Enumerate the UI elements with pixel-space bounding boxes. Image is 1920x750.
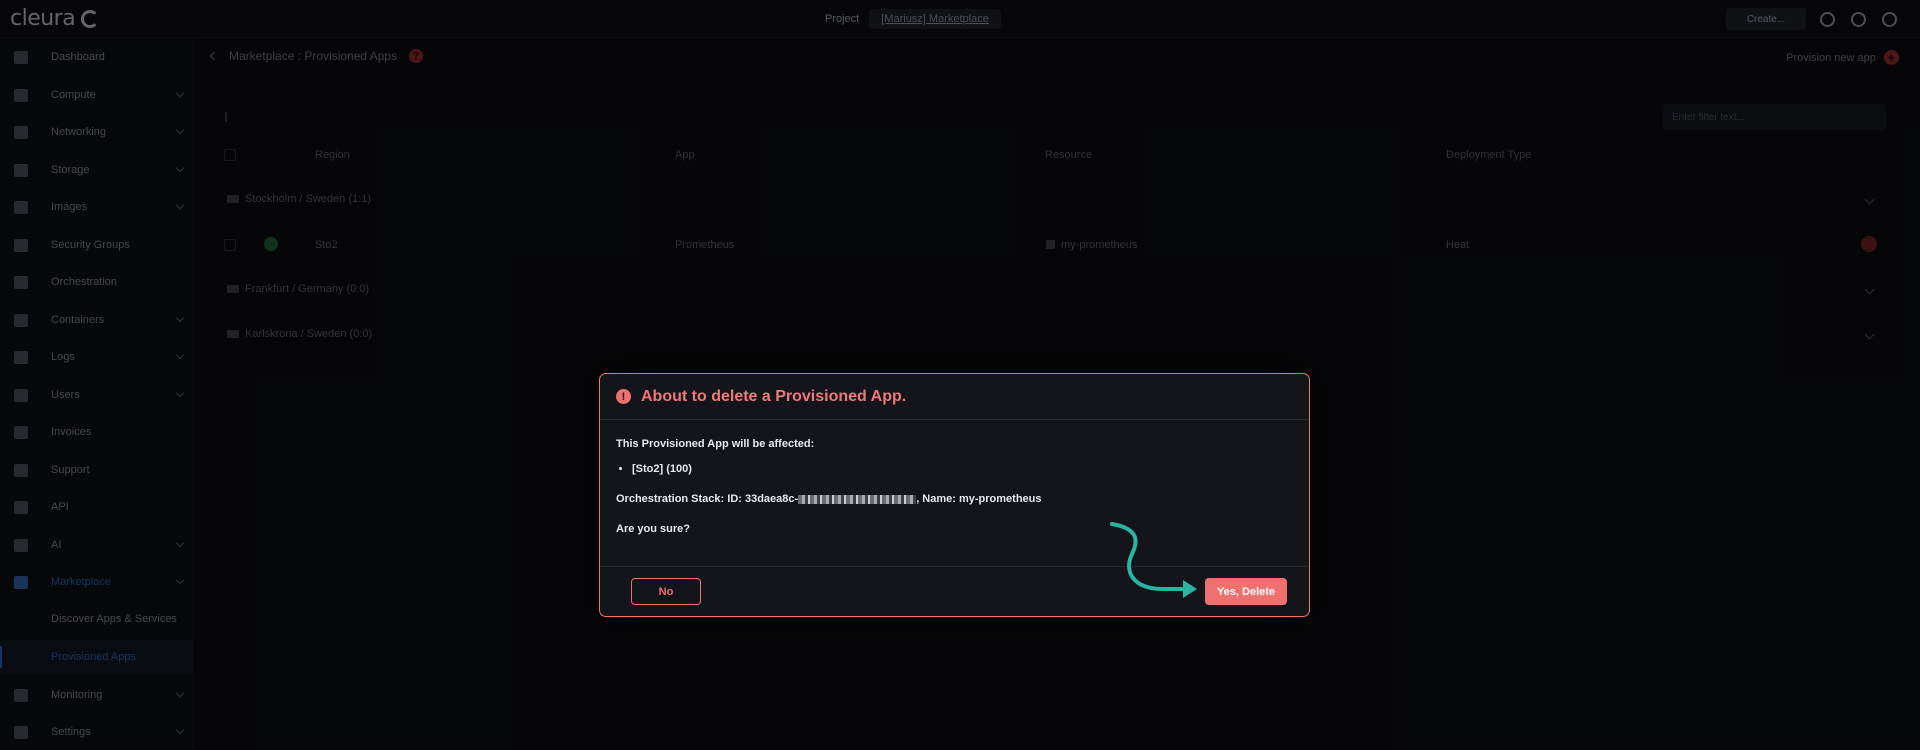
affected-list: [Sto2] (100) xyxy=(632,462,1042,476)
dialog-body: This Provisioned App will be affected: [… xyxy=(616,437,1042,536)
alert-icon: ! xyxy=(616,389,631,404)
stack-name: , Name: my-prometheus xyxy=(916,493,1042,505)
no-button[interactable]: No xyxy=(631,578,701,605)
affected-item: [Sto2] (100) xyxy=(632,462,1042,476)
pointer-arrow-icon xyxy=(1110,522,1197,598)
stack-info: Orchestration Stack: ID: 33daea8c- , Name… xyxy=(616,492,1042,506)
redacted-id xyxy=(798,494,917,504)
affected-text: This Provisioned App will be affected: xyxy=(616,438,815,450)
dialog-header: ! About to delete a Provisioned App. xyxy=(600,374,1309,420)
yes-delete-button[interactable]: Yes, Delete xyxy=(1205,578,1287,605)
dialog-title: About to delete a Provisioned App. xyxy=(641,387,907,405)
confirm-text: Are you sure? xyxy=(616,523,690,535)
stack-id-prefix: Orchestration Stack: ID: 33daea8c- xyxy=(616,493,799,505)
